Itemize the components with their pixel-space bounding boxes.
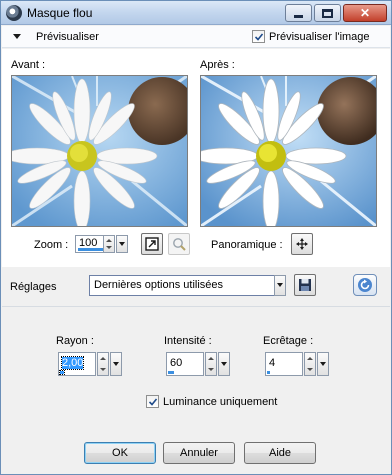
luminance-checkbox[interactable]: Luminance uniquement — [146, 395, 277, 408]
stepper-up-icon[interactable] — [100, 357, 106, 360]
clipping-value: 4 — [269, 357, 276, 369]
settings-preset-select[interactable]: Dernières options utilisées — [89, 275, 275, 296]
preview-section-label: Prévisualiser — [36, 31, 99, 43]
before-label: Avant : — [11, 59, 46, 71]
window-title: Masque flou — [27, 6, 93, 20]
title-bar[interactable]: Masque flou ✕ — [1, 1, 391, 25]
settings-label: Réglages — [10, 281, 57, 293]
settings-preset-value: Dernières options utilisées — [94, 279, 224, 291]
chevron-down-icon — [221, 362, 227, 366]
cancel-button[interactable]: Annuler — [163, 442, 235, 464]
checkmark-icon — [254, 32, 263, 41]
ok-button[interactable]: OK — [84, 442, 156, 464]
separator — [2, 306, 390, 307]
maximize-icon — [322, 8, 333, 18]
clipping-stepper[interactable] — [304, 352, 316, 376]
preview-image-checkbox[interactable]: Prévisualiser l'image — [252, 30, 370, 43]
checkmark-icon — [148, 397, 157, 406]
fit-window-button[interactable] — [141, 233, 163, 255]
help-button[interactable]: Aide — [244, 442, 316, 464]
intensity-value: 60 — [170, 357, 183, 369]
chevron-down-icon — [119, 242, 125, 246]
intensity-input[interactable]: 60 — [166, 352, 204, 376]
stepper-down-icon[interactable] — [100, 368, 106, 371]
radius-input[interactable]: 2,00 — [58, 352, 96, 376]
chevron-down-icon — [113, 362, 119, 366]
intensity-stepper[interactable] — [205, 352, 217, 376]
pan-button[interactable] — [291, 233, 313, 255]
save-preset-button[interactable] — [294, 274, 316, 296]
maximize-button[interactable] — [314, 4, 341, 22]
after-label: Après : — [200, 59, 235, 71]
settings-dropdown-button[interactable] — [274, 275, 286, 296]
pan-move-icon — [296, 238, 308, 250]
clipping-label: Ecrêtage : — [263, 335, 314, 347]
clipping-input[interactable]: 4 — [265, 352, 303, 376]
reset-icon — [358, 278, 372, 292]
stepper-down-icon[interactable] — [208, 368, 214, 371]
preview-image-checkbox-label: Prévisualiser l'image — [269, 30, 370, 43]
radius-label: Rayon : — [56, 335, 94, 347]
preview-area: Avant : Après : Zoom: 100 Panoramique: — [2, 49, 390, 267]
luminance-checkbox-label: Luminance uniquement — [163, 395, 278, 408]
clipping-value-bar — [267, 371, 270, 374]
save-preset-icon — [299, 279, 311, 291]
zoom-dropdown-button[interactable] — [116, 235, 128, 253]
stepper-up-icon[interactable] — [307, 357, 313, 360]
radius-value: 2,00 — [60, 356, 85, 370]
preview-image-checkbox-box[interactable] — [252, 30, 265, 43]
stepper-down-icon[interactable] — [106, 246, 112, 249]
close-button[interactable]: ✕ — [343, 4, 387, 22]
stepper-up-icon[interactable] — [208, 357, 214, 360]
chevron-down-icon — [320, 362, 326, 366]
zoom-tool-button[interactable] — [168, 233, 190, 255]
intensity-label: Intensité : — [164, 335, 212, 347]
collapse-arrow-icon[interactable] — [13, 34, 21, 39]
radius-stepper[interactable] — [97, 352, 109, 376]
stepper-up-icon[interactable] — [106, 239, 112, 242]
minimize-icon — [294, 14, 303, 18]
before-preview-image[interactable] — [11, 75, 188, 227]
preview-header: Prévisualiser Prévisualiser l'image — [2, 26, 390, 48]
pan-label: Panoramique : — [211, 239, 283, 251]
close-icon: ✕ — [359, 6, 371, 20]
chevron-down-icon — [277, 283, 283, 287]
stepper-down-icon[interactable] — [307, 368, 313, 371]
app-camera-icon — [6, 5, 22, 21]
zoom-tool-icon — [173, 238, 186, 251]
reset-button[interactable] — [353, 274, 377, 296]
luminance-checkbox-box[interactable] — [146, 395, 159, 408]
minimize-button[interactable] — [285, 4, 312, 22]
radius-dropdown-button[interactable] — [110, 352, 122, 376]
after-preview-image[interactable] — [200, 75, 377, 227]
dialog-window: Masque flou ✕ Prévisualiser Prévisualise… — [0, 0, 392, 475]
clipping-dropdown-button[interactable] — [317, 352, 329, 376]
radius-value-bar — [59, 370, 65, 375]
intensity-value-bar — [168, 371, 174, 374]
zoom-stepper[interactable] — [103, 235, 115, 253]
zoom-label: Zoom : — [34, 239, 69, 251]
fit-window-icon — [145, 237, 159, 251]
intensity-dropdown-button[interactable] — [218, 352, 230, 376]
